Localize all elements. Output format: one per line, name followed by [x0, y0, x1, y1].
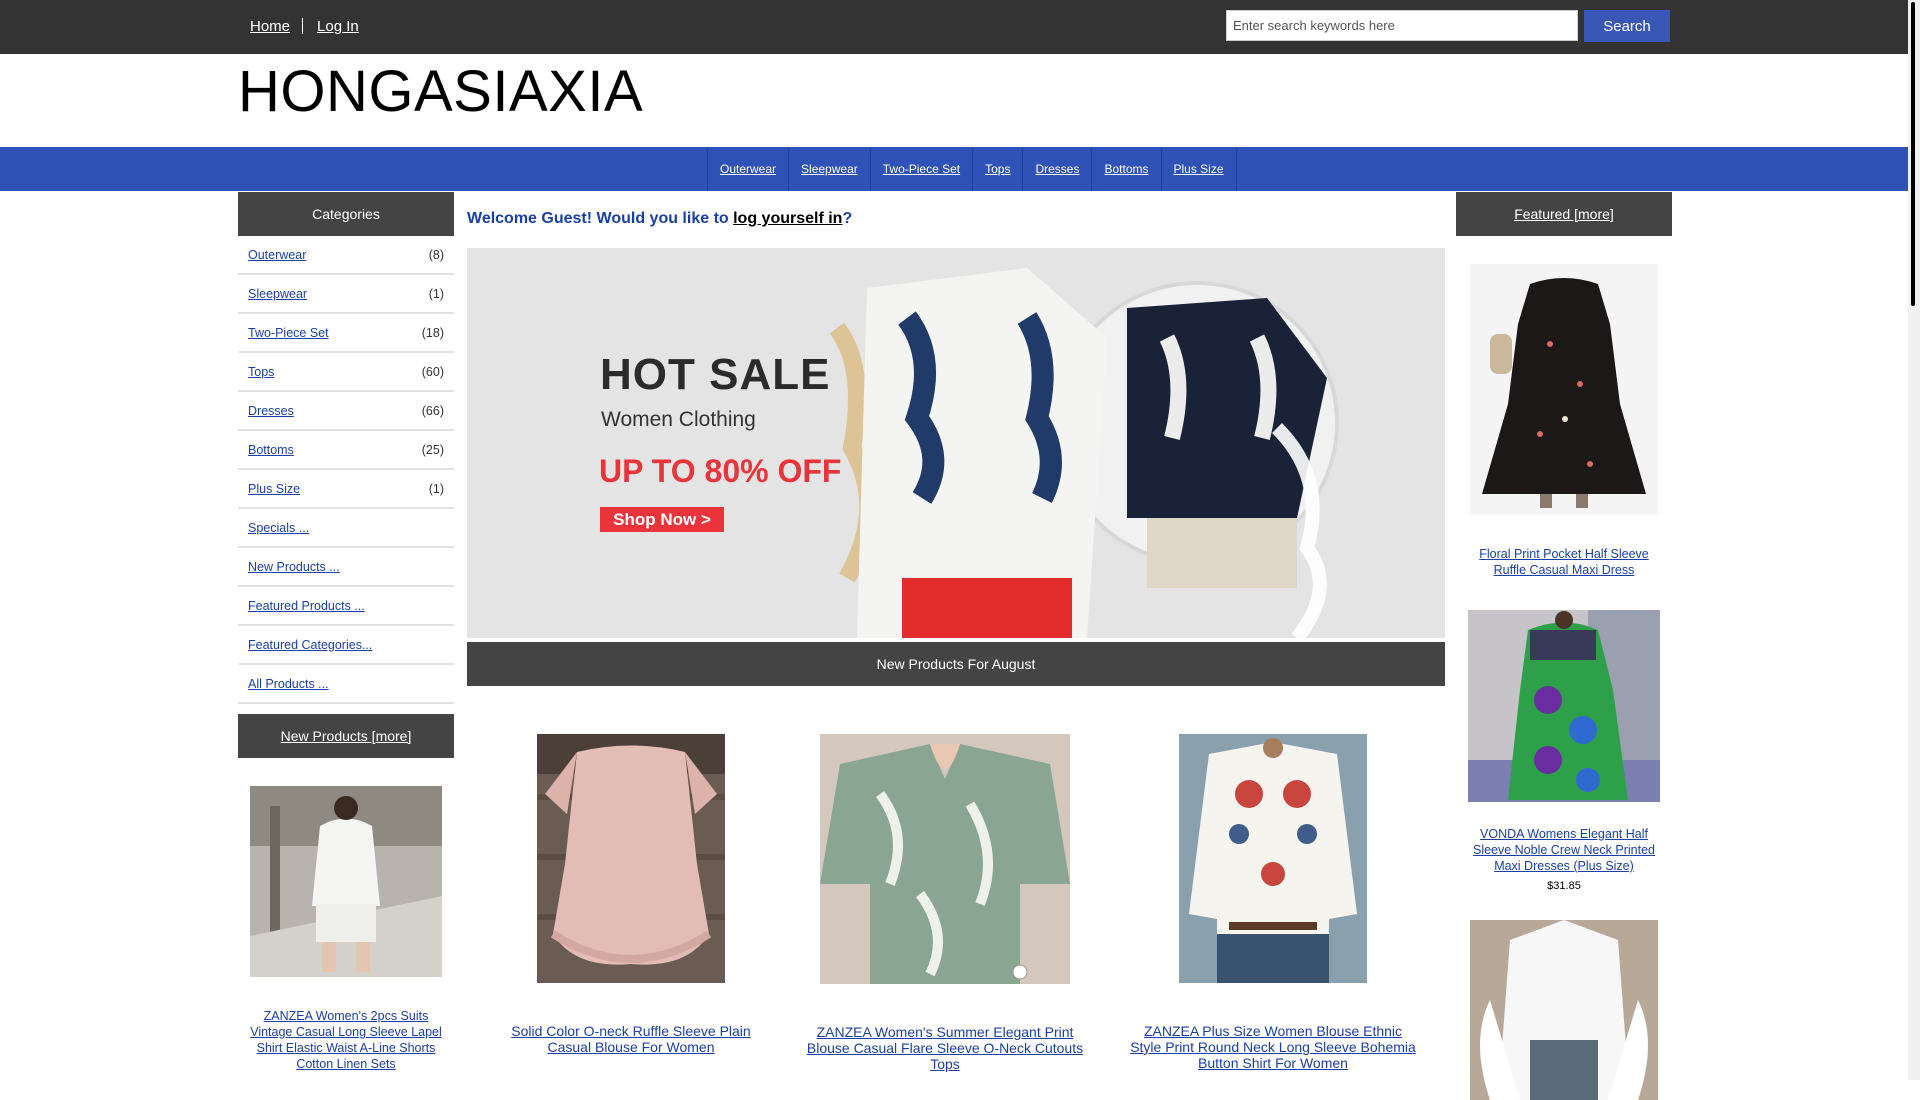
new-products-heading: New Products [more] — [238, 714, 454, 758]
top-bar: Home Log In Search — [0, 0, 1908, 54]
featured-product: Floral Print Pocket Half Sleeve Ruffle C… — [1456, 264, 1672, 578]
sidebar-new-product: ZANZEA Women's 2pcs Suits Vintage Casual… — [238, 758, 454, 1072]
catbar-bottoms[interactable]: Bottoms — [1092, 147, 1162, 191]
featured-product-name-link[interactable]: VONDA Womens Elegant Half Sleeve Noble C… — [1464, 826, 1664, 874]
category-link[interactable]: Plus Size — [248, 482, 300, 496]
sidebar-link-featured-categories: Featured Categories... — [238, 627, 454, 665]
category-count: (1) — [428, 287, 444, 301]
banner-artwork — [467, 248, 1445, 638]
hot-sale-banner[interactable]: HOT SALE Women Clothing UP TO 80% OFF Sh… — [467, 248, 1445, 638]
product-image[interactable] — [1470, 264, 1658, 514]
featured-heading: Featured [more] — [1456, 192, 1672, 236]
category-bar: Outerwear Sleepwear Two-Piece Set Tops D… — [0, 147, 1908, 191]
banner-offer: UP TO 80% OFF — [599, 453, 842, 489]
product-card: ZANZEA Women's Summer Elegant Print Blou… — [799, 734, 1091, 1072]
new-products-more-link[interactable]: New Products [more] — [281, 728, 412, 744]
category-count: (18) — [421, 326, 444, 340]
catbar-sleepwear[interactable]: Sleepwear — [789, 147, 871, 191]
category-link[interactable]: Outerwear — [248, 248, 306, 262]
new-products-month-heading: New Products For August — [467, 642, 1445, 686]
featured-product: VONDA Womens Elegant Half Sleeve Noble C… — [1456, 610, 1672, 892]
catbar-outerwear[interactable]: Outerwear — [708, 147, 790, 191]
category-count: (8) — [428, 248, 444, 262]
sidebar-link-featured-products: Featured Products ... — [238, 588, 454, 626]
category-row-two-piece-set: Two-Piece Set (18) — [238, 315, 454, 353]
category-count: (60) — [421, 365, 444, 379]
catbar-plus-size[interactable]: Plus Size — [1162, 147, 1237, 191]
site-logo[interactable]: HONGASIAXIA — [238, 58, 643, 125]
product-name-link[interactable]: ZANZEA Women's Summer Elegant Print Blou… — [799, 1024, 1091, 1072]
category-link[interactable]: Two-Piece Set — [248, 326, 329, 340]
featured-more-link[interactable]: Featured [more] — [1514, 206, 1614, 222]
home-link[interactable]: Home — [250, 18, 290, 35]
category-link[interactable]: Bottoms — [248, 443, 294, 457]
category-row-sleepwear: Sleepwear (1) — [238, 276, 454, 314]
category-count: (66) — [421, 404, 444, 418]
featured-categories-link[interactable]: Featured Categories... — [248, 638, 372, 652]
scrollbar-thumb[interactable] — [1911, 2, 1915, 306]
login-prompt-link[interactable]: log yourself in — [733, 210, 842, 227]
sidebar-link-specials: Specials ... — [238, 510, 454, 548]
product-image[interactable] — [1470, 920, 1658, 1100]
category-count: (1) — [428, 482, 444, 496]
product-image[interactable] — [1179, 734, 1367, 983]
welcome-prefix: Welcome Guest! Would you like to — [467, 210, 734, 227]
sidebar-link-all-products: All Products ... — [238, 666, 454, 704]
left-sidebar: Categories Outerwear (8) Sleepwear (1) Two… — [238, 192, 454, 1072]
login-link[interactable]: Log In — [317, 18, 359, 35]
catbar-tops[interactable]: Tops — [973, 147, 1024, 191]
catbar-two-piece-set[interactable]: Two-Piece Set — [871, 147, 974, 191]
welcome-suffix: ? — [842, 210, 853, 227]
search-input[interactable] — [1226, 10, 1578, 41]
category-row-dresses: Dresses (66) — [238, 393, 454, 431]
category-link[interactable]: Dresses — [248, 404, 294, 418]
category-count: (25) — [421, 443, 444, 457]
product-image[interactable] — [537, 734, 725, 983]
nav-separator — [302, 18, 304, 34]
specials-link[interactable]: Specials ... — [248, 521, 309, 535]
search-button[interactable]: Search — [1584, 10, 1670, 42]
category-link[interactable]: Sleepwear — [248, 287, 307, 301]
banner-shop-now-button[interactable]: Shop Now > — [600, 507, 724, 532]
welcome-message: Welcome Guest! Would you like to log you… — [467, 210, 852, 228]
product-name-link[interactable]: ZANZEA Plus Size Women Blouse Ethnic Sty… — [1127, 1023, 1419, 1071]
banner-title: HOT SALE — [600, 350, 831, 399]
category-row-outerwear: Outerwear (8) — [238, 237, 454, 275]
new-product-name-link[interactable]: ZANZEA Women's 2pcs Suits Vintage Casual… — [248, 1008, 444, 1072]
category-row-tops: Tops (60) — [238, 354, 454, 392]
banner-subtitle: Women Clothing — [601, 408, 756, 431]
featured-product — [1456, 920, 1672, 1100]
featured-product-name-link[interactable]: Floral Print Pocket Half Sleeve Ruffle C… — [1464, 546, 1664, 578]
new-products-link[interactable]: New Products ... — [248, 560, 340, 574]
sidebar-link-new-products: New Products ... — [238, 549, 454, 587]
categories-heading: Categories — [238, 192, 454, 236]
product-image[interactable] — [820, 734, 1070, 984]
product-card: Solid Color O-neck Ruffle Sleeve Plain C… — [497, 734, 765, 1055]
product-image[interactable] — [1468, 610, 1660, 802]
catbar-dresses[interactable]: Dresses — [1023, 147, 1093, 191]
all-products-link[interactable]: All Products ... — [248, 677, 329, 691]
product-card: ZANZEA Plus Size Women Blouse Ethnic Sty… — [1127, 734, 1419, 1071]
category-link[interactable]: Tops — [248, 365, 274, 379]
featured-sidebar: Featured [more] Floral Print Pocket Half… — [1456, 192, 1672, 1100]
featured-products-link[interactable]: Featured Products ... — [248, 599, 365, 613]
page-scrollbar[interactable] — [1908, 0, 1920, 1080]
featured-product-price: $31.85 — [1547, 880, 1581, 892]
product-name-link[interactable]: Solid Color O-neck Ruffle Sleeve Plain C… — [497, 1023, 765, 1055]
category-row-plus-size: Plus Size (1) — [238, 471, 454, 509]
top-nav: Home Log In — [250, 18, 359, 35]
category-row-bottoms: Bottoms (25) — [238, 432, 454, 470]
product-image[interactable] — [250, 786, 442, 977]
